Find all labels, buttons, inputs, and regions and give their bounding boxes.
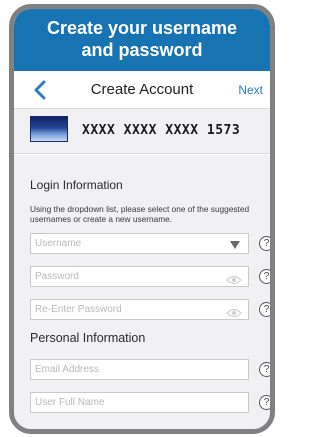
username-dropdown[interactable]: Username	[30, 233, 249, 254]
form-area: Login Information Using the dropdown lis…	[14, 155, 270, 429]
personal-section-title: Personal Information	[30, 331, 146, 345]
hero-banner: Create your username and password	[14, 9, 270, 71]
full-name-field[interactable]: User Full Name	[30, 392, 249, 413]
email-field[interactable]: Email Address	[30, 359, 249, 380]
hero-title-line1: Create your username	[46, 18, 238, 38]
reenter-password-placeholder: Re-Enter Password	[35, 304, 122, 315]
password-field[interactable]: Password	[30, 266, 249, 287]
password-placeholder: Password	[35, 271, 79, 282]
full-name-help-icon[interactable]: ?	[259, 395, 270, 410]
login-section-title: Login Information	[30, 178, 123, 192]
hero-title-line2: and password	[81, 40, 203, 60]
next-button[interactable]: Next	[238, 83, 263, 97]
phone-frame: Create your username and password Create…	[9, 4, 275, 434]
reenter-password-field[interactable]: Re-Enter Password	[30, 299, 249, 320]
dropdown-arrow-icon[interactable]	[230, 241, 240, 249]
eye-icon[interactable]	[226, 305, 242, 318]
card-number: XXXX XXXX XXXX 1573	[82, 123, 241, 138]
login-help-text: Using the dropdown list, please select o…	[30, 204, 250, 224]
card-summary-row: XXXX XXXX XXXX 1573	[14, 109, 270, 154]
reenter-password-help-icon[interactable]: ?	[259, 302, 270, 317]
username-help-icon[interactable]: ?	[259, 236, 270, 251]
email-help-icon[interactable]: ?	[259, 362, 270, 377]
card-thumbnail	[30, 116, 68, 142]
password-help-icon[interactable]: ?	[259, 269, 270, 284]
username-placeholder: Username	[35, 238, 82, 249]
email-placeholder: Email Address	[35, 364, 99, 375]
eye-icon[interactable]	[226, 272, 242, 285]
nav-bar: Create Account Next	[14, 71, 270, 109]
full-name-placeholder: User Full Name	[35, 397, 105, 408]
page-title: Create Account	[90, 81, 194, 98]
